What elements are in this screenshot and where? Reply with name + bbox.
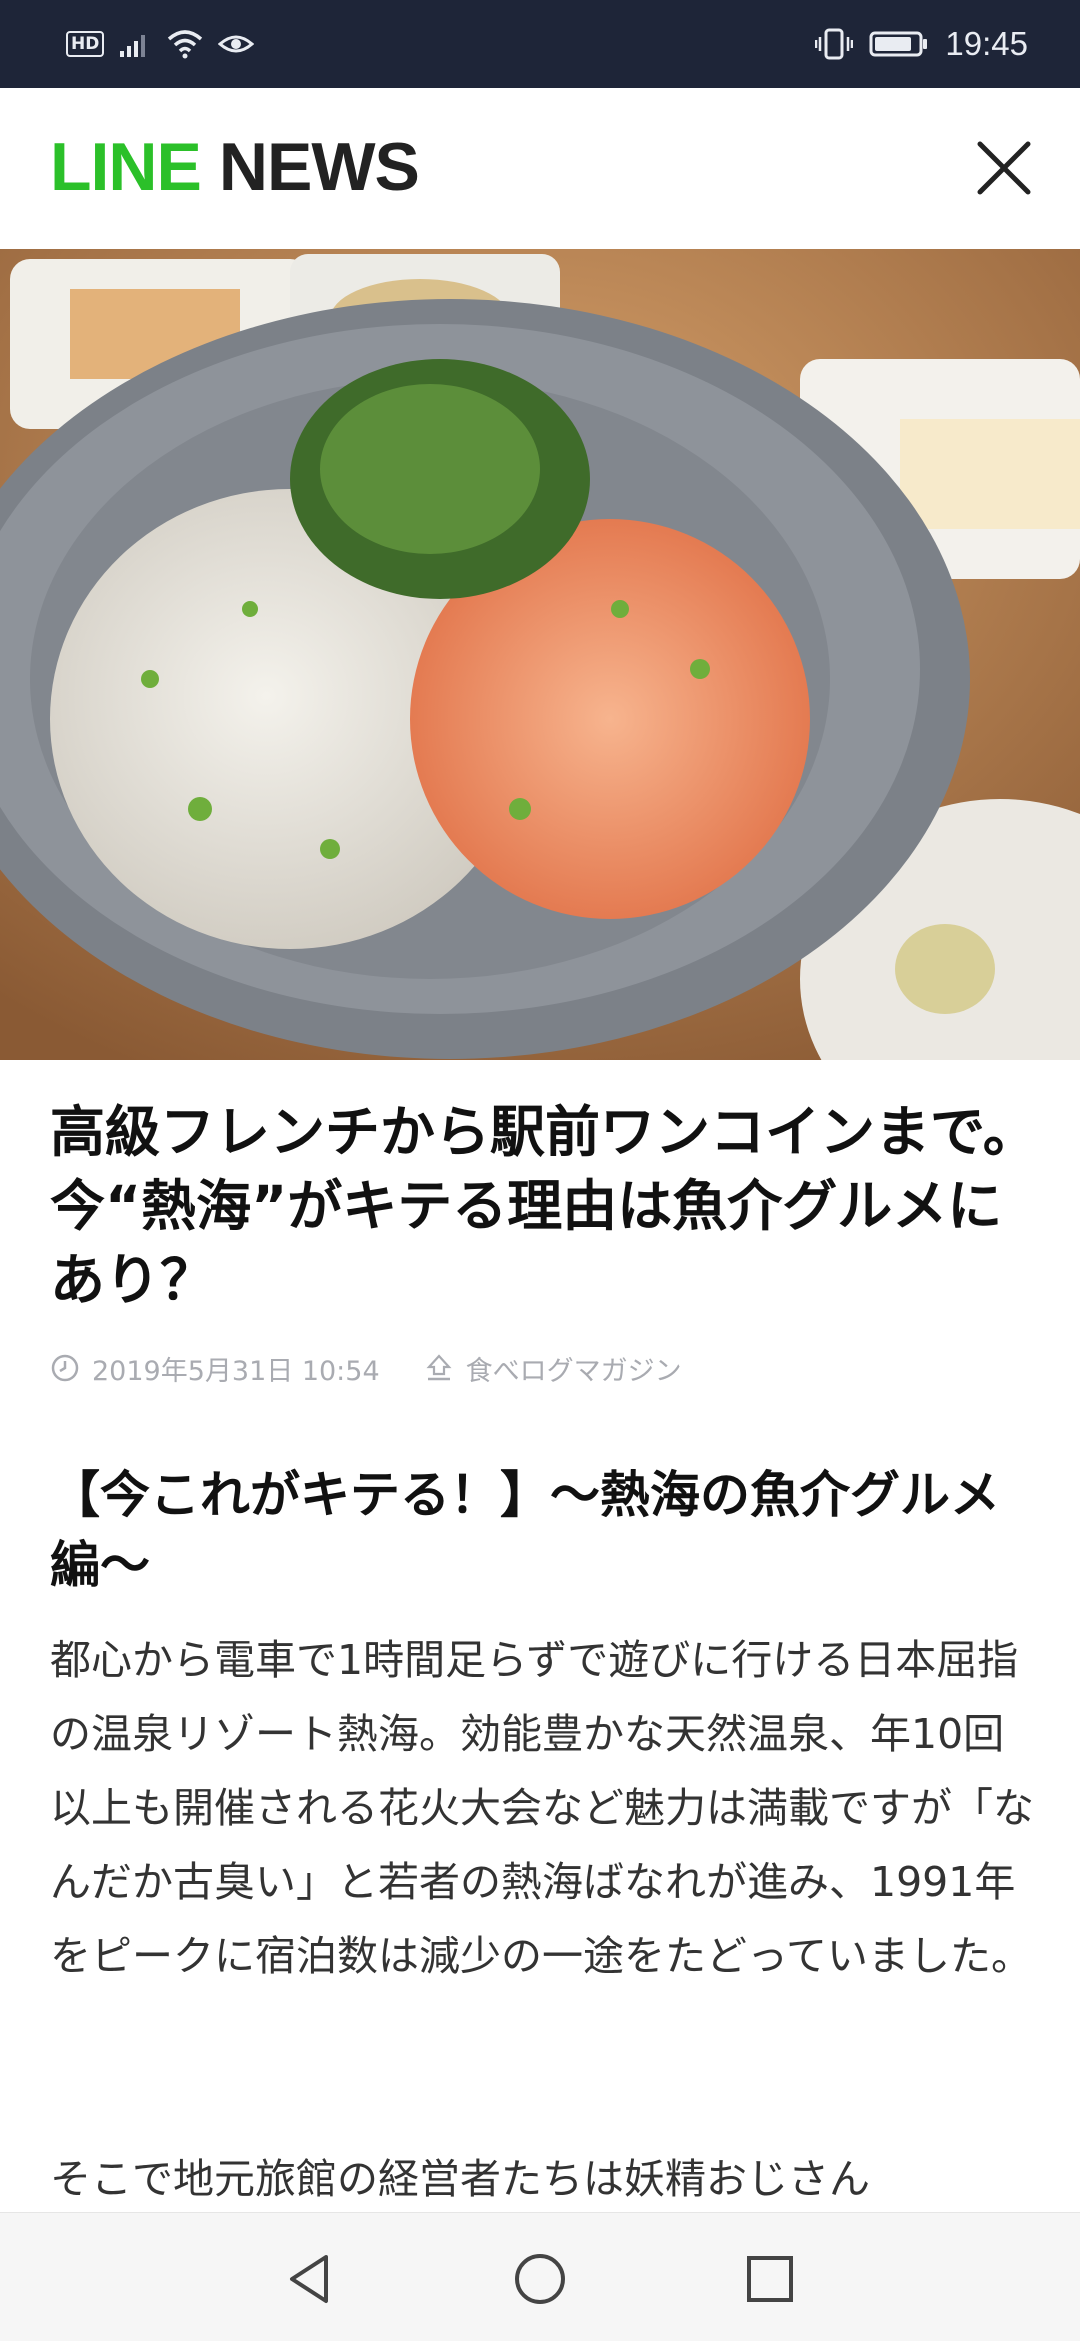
eye-icon: [218, 35, 255, 53]
article-paragraph: 都心から電車で1時間足らずで遊びに行ける日本屈指の温泉リゾート熱海。効能豊かな天…: [50, 1636, 1034, 1980]
status-time: 19:45: [945, 25, 1028, 62]
back-icon: [290, 2255, 328, 2303]
hd-icon: HD: [66, 31, 105, 57]
close-button[interactable]: [968, 132, 1040, 204]
nav-recents-button[interactable]: [738, 2247, 802, 2311]
article-title: 高級フレンチから駅前ワンコインまで。今“熱海”がキテる理由は魚介グルメにあり？: [50, 1100, 1038, 1312]
line-news-logo: LINE NEWS: [50, 128, 420, 208]
brand-news-text: NEWS: [218, 129, 420, 205]
article-paragraph: そこで地元旅館の経営者たちは妖精おじさん: [50, 2155, 870, 2203]
source-icon: [426, 1354, 452, 1381]
article-date: 2019年5月31日 10:54: [92, 1355, 380, 1387]
vibrate-icon: [815, 28, 854, 60]
clock-icon: [51, 1354, 79, 1382]
status-right-icons: 19:45: [815, 22, 1028, 66]
signal-icon: [120, 35, 146, 57]
close-icon: [977, 141, 1031, 195]
status-left-icons: HD: [66, 22, 255, 66]
home-icon: [515, 2254, 565, 2304]
system-nav-bar: [0, 2212, 1080, 2341]
app-header: LINE NEWS: [0, 88, 1080, 249]
recents-icon: [747, 2256, 793, 2302]
status-bar: HD 19:45: [0, 0, 1080, 88]
brand-line-text: LINE: [50, 129, 202, 205]
article-meta: 2019年5月31日 10:54 食べログマガジン: [50, 1348, 682, 1388]
hero-image: [0, 249, 1080, 1060]
nav-home-button[interactable]: [508, 2247, 572, 2311]
nav-back-button[interactable]: [278, 2247, 342, 2311]
battery-icon: [869, 31, 928, 57]
section-heading: 【今これがキテる！】〜熱海の魚介グルメ編〜: [50, 1466, 1000, 1594]
food-bowl-photo: [0, 249, 1080, 1060]
article-source[interactable]: 食べログマガジン: [466, 1349, 682, 1388]
wifi-icon: [168, 30, 203, 59]
